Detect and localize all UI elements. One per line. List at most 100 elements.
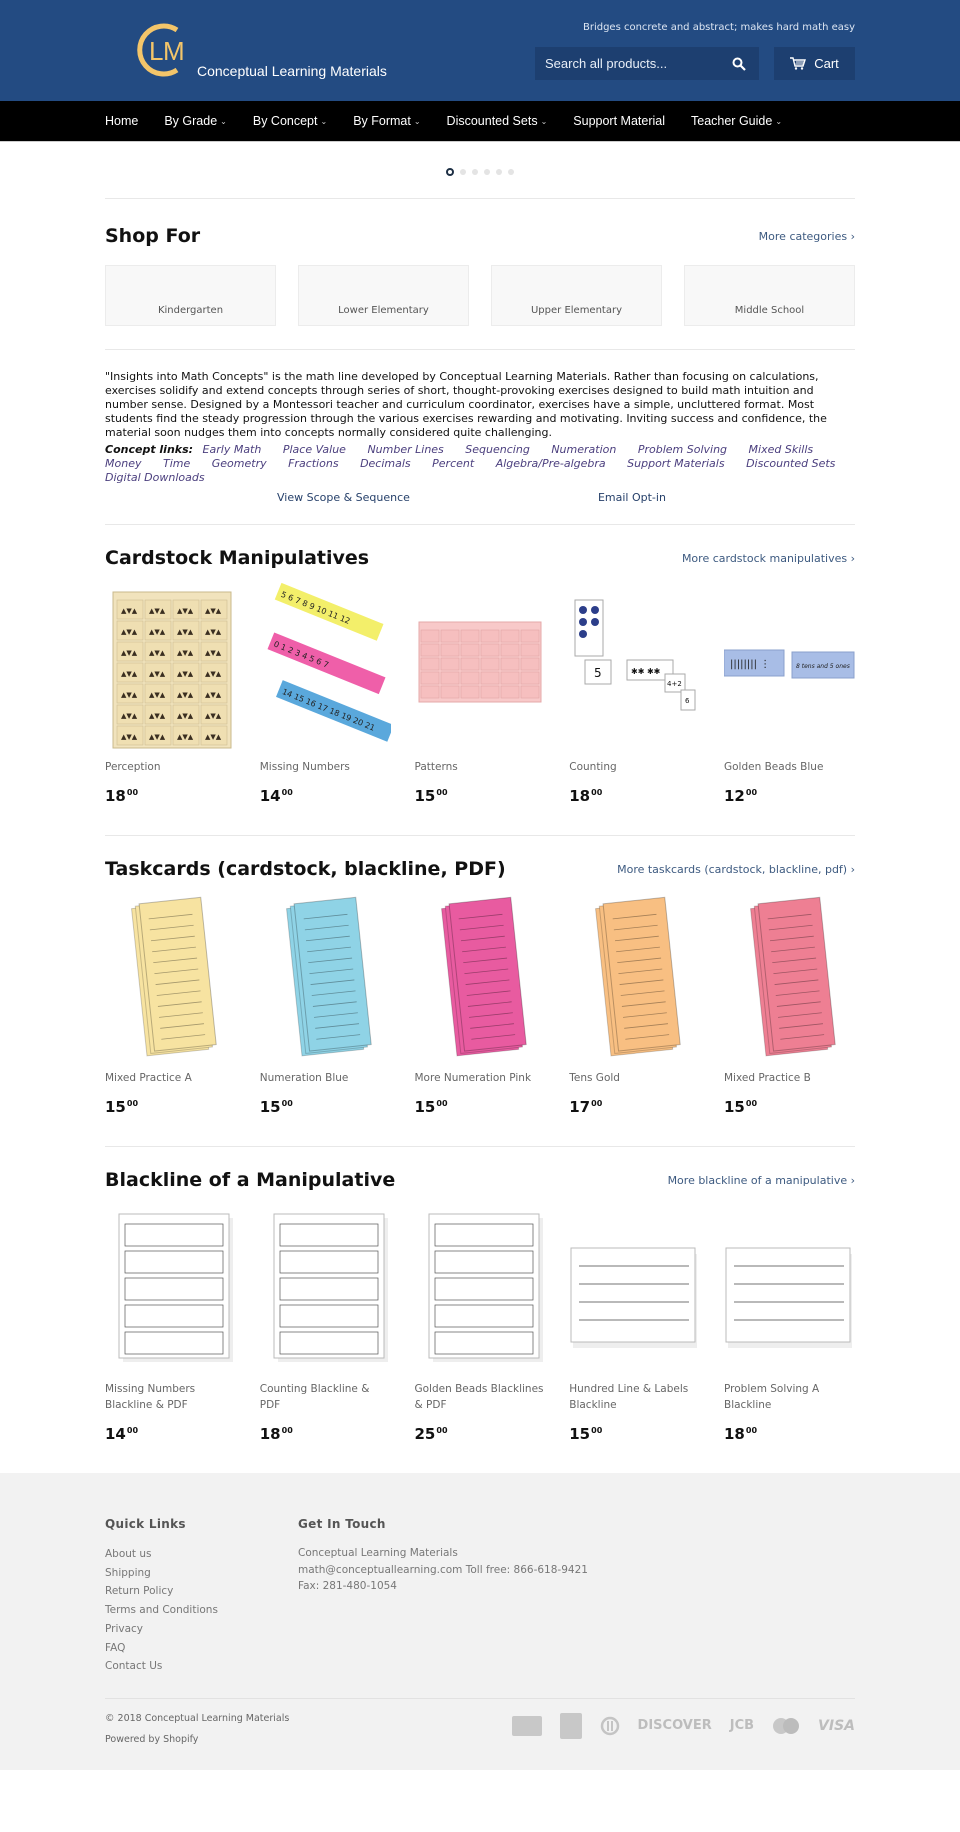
product-image[interactable] (569, 896, 700, 1058)
product-card[interactable]: Hundred Line & Labels Blackline 1500 (569, 1209, 700, 1443)
slider-dot[interactable] (446, 168, 454, 176)
search-button[interactable] (729, 54, 749, 74)
cart-button[interactable]: Cart (774, 47, 855, 80)
concept-link[interactable]: Percent (432, 457, 474, 470)
category-grid: Kindergarten Lower Elementary Upper Elemen… (105, 265, 855, 326)
footer-link[interactable]: FAQ (105, 1639, 298, 1658)
concept-link[interactable]: Digital Downloads (105, 471, 205, 484)
product-card[interactable]: Mixed Practice A 1500 (105, 896, 236, 1116)
footer-link[interactable]: Return Policy (105, 1582, 298, 1601)
site-footer: Quick Links About us Shipping Return Polic… (0, 1473, 960, 1770)
product-image[interactable] (105, 1209, 236, 1369)
price-cents: 00 (745, 1426, 758, 1435)
nav-item-teacher-guide[interactable]: Teacher Guide ⌄ (691, 114, 782, 128)
product-card[interactable]: Golden Beads Blacklines & PDF 2500 (415, 1209, 546, 1443)
concept-link[interactable]: Discounted Sets (746, 457, 835, 470)
intro-paragraph: "Insights into Math Concepts" is the mat… (105, 370, 827, 439)
product-image[interactable]: |||||||| ⋮ 8 tens and 5 ones (724, 587, 855, 747)
product-image[interactable] (724, 896, 855, 1058)
section-more-link[interactable]: More blackline of a manipulative › (668, 1174, 855, 1187)
footer-link[interactable]: Contact Us (105, 1657, 298, 1676)
concept-link[interactable]: Support Materials (627, 457, 724, 470)
product-card[interactable]: Counting Blackline & PDF 1800 (260, 1209, 391, 1443)
category-tile[interactable]: Upper Elementary (491, 265, 662, 326)
nav-list: Home By Grade ⌄ By Concept ⌄ By Format ⌄ Discou… (105, 101, 855, 141)
svg-text:4+2: 4+2 (667, 680, 682, 688)
blackline-landscape-image (570, 1247, 698, 1348)
concept-link[interactable]: Algebra/Pre-algebra (496, 457, 606, 470)
search-input[interactable] (545, 56, 729, 71)
footer-link[interactable]: Privacy (105, 1620, 298, 1639)
product-image[interactable]: ▲▼▲ ▲▼▲ ▲▼▲ ▲▼▲ ▲▼▲ ▲▼▲ ▲▼▲ ▲▼▲ ▲▼▲ ▲▼▲ ▲▼▲ ▲▼▲ ▲▼▲ ▲… (105, 587, 236, 749)
product-card[interactable]: 5 ✱✱ ✱✱ 4+2 6 Counting 1800 (569, 587, 700, 805)
svg-text:✱✱ ✱✱: ✱✱ ✱✱ (631, 667, 661, 676)
product-image[interactable] (415, 1209, 546, 1369)
golden-beads-blue-cards-image: |||||||| ⋮ 8 tens and 5 ones (724, 649, 855, 679)
svg-text:▲▼▲: ▲▼▲ (149, 733, 166, 741)
product-card[interactable]: Numeration Blue 1500 (260, 896, 391, 1116)
product-card[interactable]: More Numeration Pink 1500 (415, 896, 546, 1116)
concept-link[interactable]: Fractions (288, 457, 338, 470)
product-card[interactable]: ▲▼▲ ▲▼▲ ▲▼▲ ▲▼▲ ▲▼▲ ▲▼▲ ▲▼▲ ▲▼▲ ▲▼▲ ▲▼▲ ▲▼▲ ▲▼▲ ▲▼▲ ▲… (105, 587, 236, 805)
product-image[interactable]: 5 6 7 8 9 10 11 12 0 1 2 3 4 5 6 7 14 15 1… (260, 582, 391, 747)
price-cents: 00 (591, 1099, 603, 1108)
product-card[interactable]: 5 6 7 8 9 10 11 12 0 1 2 3 4 5 6 7 14 15 1… (260, 582, 391, 805)
footer-link[interactable]: Shipping (105, 1564, 298, 1583)
concept-link[interactable]: Sequencing (465, 443, 530, 456)
product-card[interactable]: Patterns 1500 (415, 587, 546, 805)
slider-dot[interactable] (484, 169, 490, 175)
category-tile[interactable]: Lower Elementary (298, 265, 469, 326)
product-card[interactable]: Mixed Practice B 1500 (724, 896, 855, 1116)
footer-link[interactable]: About us (105, 1545, 298, 1564)
product-image[interactable] (260, 896, 391, 1058)
nav-item-home[interactable]: Home (105, 114, 138, 128)
concept-link[interactable]: Geometry (212, 457, 267, 470)
category-tile[interactable]: Middle School (684, 265, 855, 326)
slider-dot[interactable] (460, 169, 466, 175)
concept-link[interactable]: Place Value (283, 443, 346, 456)
nav-item-by-grade[interactable]: By Grade ⌄ (164, 114, 227, 128)
product-card[interactable]: |||||||| ⋮ 8 tens and 5 ones Golden Beads … (724, 587, 855, 805)
footer-link[interactable]: Terms and Conditions (105, 1601, 298, 1620)
nav-item-by-format[interactable]: By Format ⌄ (353, 114, 420, 128)
product-card[interactable]: Tens Gold 1700 (569, 896, 700, 1116)
product-name: Hundred Line & Labels Blackline (569, 1383, 689, 1411)
product-image[interactable] (260, 1209, 391, 1369)
logo-link[interactable]: L M Conceptual Learning Materials (135, 20, 387, 82)
more-categories-link[interactable]: More categories › (759, 230, 855, 243)
section-more-link[interactable]: More taskcards (cardstock, blackline, pd… (617, 863, 855, 876)
price-dollars: 18 (259, 1425, 281, 1443)
taskcard-blue-image (285, 896, 372, 1057)
svg-text:▲▼▲: ▲▼▲ (149, 670, 166, 678)
concept-link[interactable]: Decimals (360, 457, 411, 470)
concept-link[interactable]: Problem Solving (638, 443, 727, 456)
product-price: 1400 (260, 787, 391, 805)
category-tile[interactable]: Kindergarten (105, 265, 276, 326)
slider-dot[interactable] (508, 169, 514, 175)
concept-link[interactable]: Time (163, 457, 190, 470)
svg-text:▲▼▲: ▲▼▲ (121, 649, 138, 657)
svg-text:▲▼▲: ▲▼▲ (177, 628, 194, 636)
section-more-link[interactable]: More cardstock manipulatives › (682, 552, 855, 565)
slider-dot[interactable] (496, 169, 502, 175)
concept-link[interactable]: Numeration (551, 443, 616, 456)
product-image[interactable] (415, 896, 546, 1058)
product-image[interactable] (415, 587, 546, 747)
product-image[interactable] (569, 1209, 700, 1369)
product-card[interactable]: Problem Solving A Blackline 1800 (724, 1209, 855, 1443)
concept-link[interactable]: Mixed Skills (749, 443, 814, 456)
email-optin-link[interactable]: Email Opt-in (598, 491, 666, 504)
scope-sequence-link[interactable]: View Scope & Sequence (277, 491, 410, 504)
slider-dot[interactable] (472, 169, 478, 175)
product-image[interactable] (724, 1209, 855, 1369)
concept-link[interactable]: Number Lines (367, 443, 443, 456)
product-image[interactable] (105, 896, 236, 1058)
nav-item-discounted-sets[interactable]: Discounted Sets ⌄ (447, 114, 548, 128)
product-card[interactable]: Missing Numbers Blackline & PDF 1400 (105, 1209, 236, 1443)
nav-item-by-concept[interactable]: By Concept ⌄ (253, 114, 327, 128)
concept-link[interactable]: Money (105, 457, 141, 470)
product-image[interactable]: 5 ✱✱ ✱✱ 4+2 6 (569, 587, 700, 747)
concept-link[interactable]: Early Math (203, 443, 262, 456)
svg-text:14 15 16 17 18 19 20 21: 14 15 16 17 18 19 20 21 (281, 687, 376, 733)
nav-item-support-material[interactable]: Support Material (573, 114, 665, 128)
